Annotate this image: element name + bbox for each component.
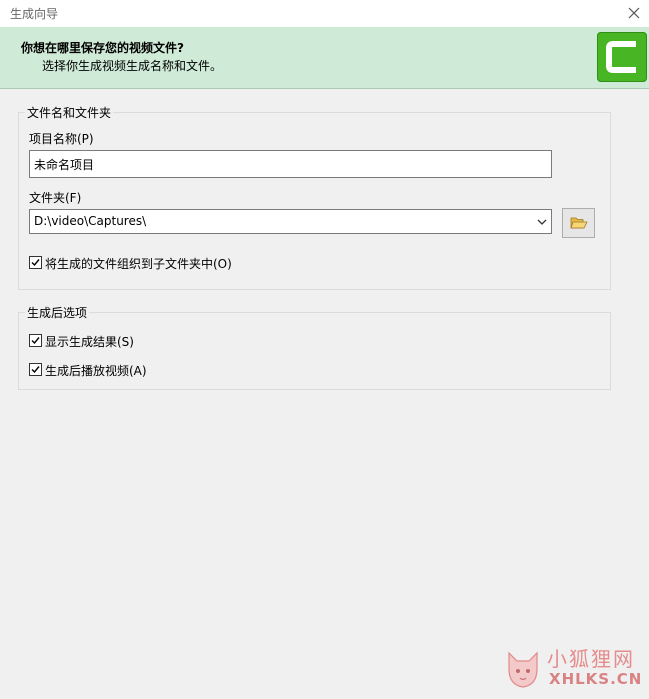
project-name-label: 项目名称(P) [29, 132, 94, 146]
window-title: 生成向导 [10, 7, 59, 21]
show-results-label: 显示生成结果(S) [45, 335, 134, 349]
chevron-down-icon[interactable] [537, 216, 547, 226]
wizard-header: 你想在哪里保存您的视频文件? 选择你生成视频生成名称和文件。 [0, 27, 649, 89]
folder-select[interactable]: D:\video\Captures\ [29, 209, 552, 234]
options-group-legend: 生成后选项 [25, 304, 90, 321]
organize-subfolders-label: 将生成的文件组织到子文件夹中(O) [45, 257, 232, 271]
folder-label: 文件夹(F) [29, 191, 82, 205]
camtasia-logo-icon [597, 32, 647, 82]
file-group-legend: 文件名和文件夹 [25, 104, 114, 121]
browse-folder-button[interactable] [562, 208, 595, 238]
watermark-text-cn: 小狐狸网 [547, 647, 635, 671]
folder-open-icon [570, 215, 588, 234]
header-question: 你想在哪里保存您的视频文件? [21, 41, 184, 55]
watermark-text-en: XHLKS.CN [549, 670, 643, 688]
fox-logo-icon [501, 647, 545, 694]
folder-value: D:\video\Captures\ [34, 214, 147, 228]
close-icon[interactable] [623, 2, 645, 24]
checkbox-box[interactable] [29, 334, 42, 347]
checkbox-box[interactable] [29, 256, 42, 269]
checkbox-box[interactable] [29, 363, 42, 376]
project-name-input[interactable]: 未命名项目 [29, 150, 552, 178]
header-subtitle: 选择你生成视频生成名称和文件。 [42, 59, 223, 73]
play-video-label: 生成后播放视频(A) [45, 364, 147, 378]
title-bar: 生成向导 [0, 0, 649, 27]
watermark: 小狐狸网 XHLKS.CN [501, 643, 641, 693]
